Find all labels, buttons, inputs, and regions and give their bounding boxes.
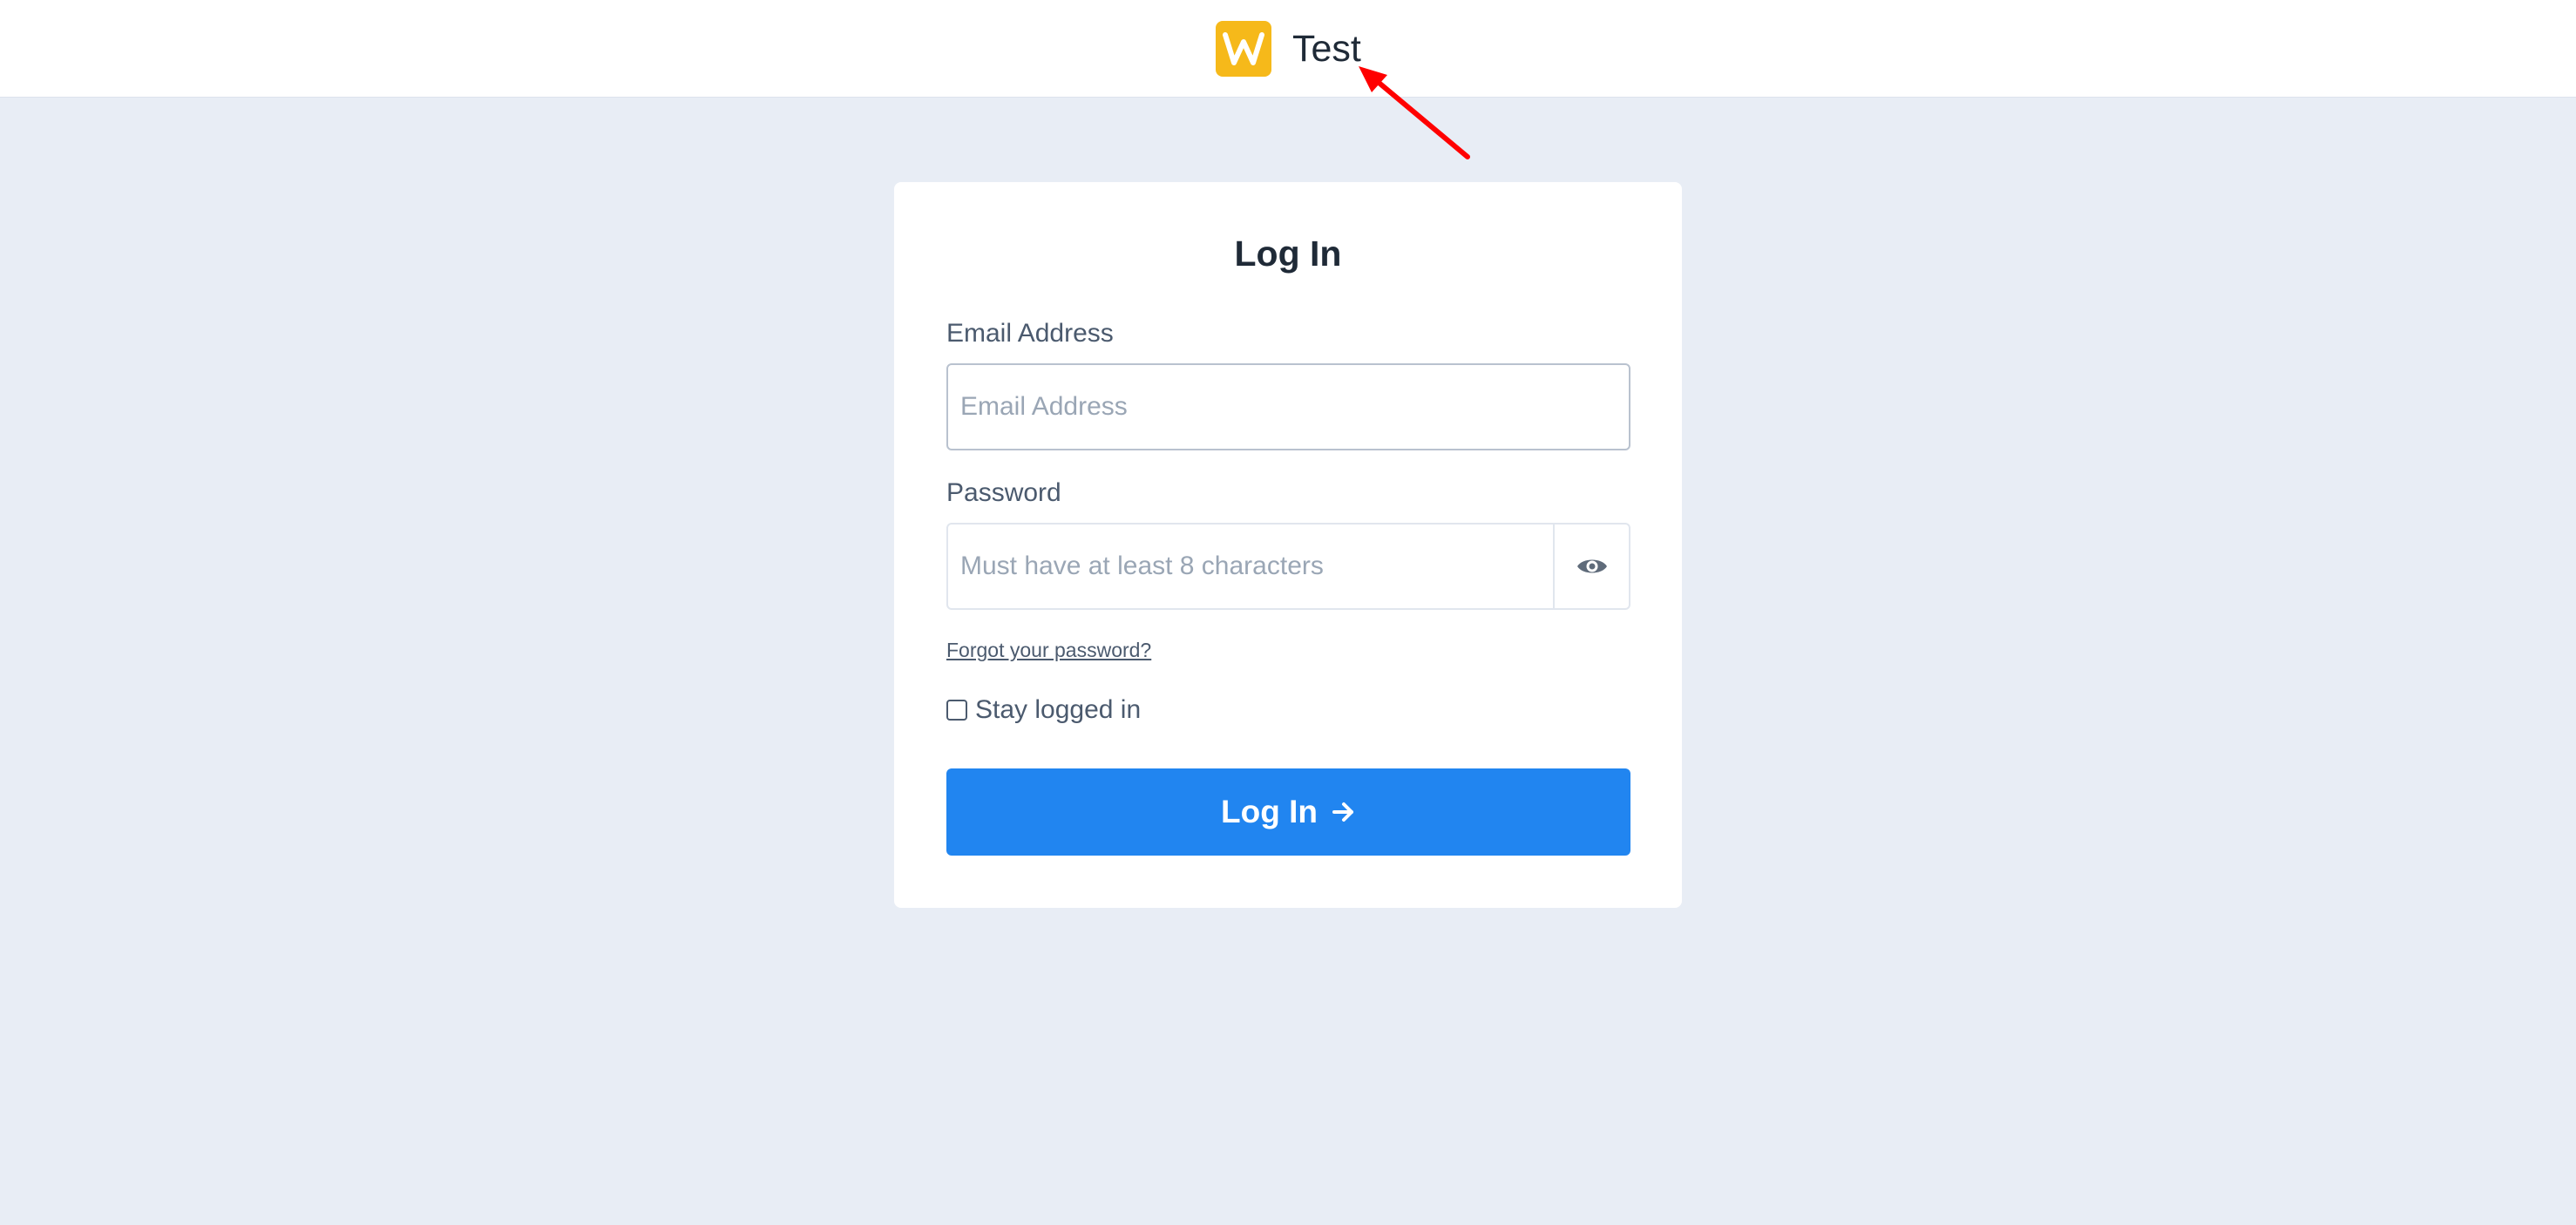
show-password-toggle[interactable]: [1553, 525, 1629, 608]
login-title: Log In: [1234, 233, 1342, 274]
brand[interactable]: Test: [1216, 21, 1361, 77]
password-field-group: [946, 523, 1630, 610]
login-button-label: Log In: [1221, 794, 1318, 829]
logo: [1216, 21, 1271, 77]
stay-logged-in-row: Stay logged in: [946, 695, 1141, 725]
forgot-password-link[interactable]: Forgot your password?: [946, 639, 1151, 662]
red-arrow-annotation: [1359, 66, 1470, 159]
password-label: Password: [946, 478, 1061, 507]
email-input[interactable]: [946, 363, 1630, 450]
password-input[interactable]: [948, 525, 1553, 608]
logo-w-icon: [1223, 32, 1264, 65]
login-button[interactable]: Log In: [946, 768, 1630, 856]
stay-logged-in-checkbox[interactable]: [946, 700, 967, 721]
arrow-right-icon: [1332, 801, 1356, 823]
eye-icon: [1576, 559, 1607, 573]
top-bar: Test: [0, 0, 2576, 98]
stay-logged-in-label[interactable]: Stay logged in: [975, 695, 1141, 725]
email-label: Email Address: [946, 319, 1114, 348]
